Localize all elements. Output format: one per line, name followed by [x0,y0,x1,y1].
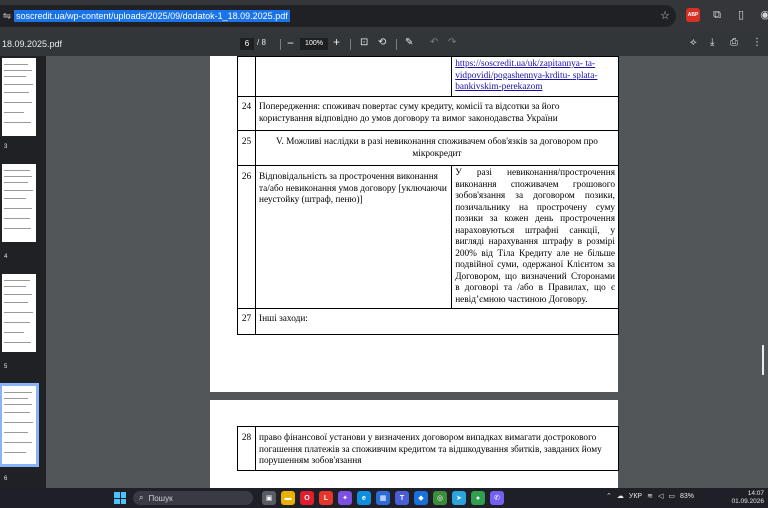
opera-icon[interactable]: O [300,491,314,505]
table-row: 26 Відповідальність за прострочення вико… [237,165,619,309]
copilot-icon[interactable]: ✦ [338,491,352,505]
table-row: 24 Попередження: споживач повертає суму … [237,96,620,131]
thumbnail-sidebar: 3 4 5 6 [0,56,46,488]
draw-annotate-icon[interactable]: ✎ [405,37,413,48]
start-button[interactable] [114,492,126,504]
store-icon[interactable]: ▦ [376,491,390,505]
windows-taskbar: ⌕ Пошук ▣ ▬ O L ✦ e ▦ T ◆ ◎ ➤ ● ✆ ⌃ ☁ УК… [0,488,768,508]
undo-icon[interactable]: ↶ [430,37,438,48]
telegram-icon[interactable]: ➤ [452,491,466,505]
viewer-scrollbar[interactable] [762,345,764,375]
thumbnail-label: 3 [4,144,8,150]
teams-icon[interactable]: T [395,491,409,505]
wifi-icon[interactable]: ≋ [647,492,653,500]
redo-icon[interactable]: ↷ [448,37,456,48]
page-count: / 8 [257,38,266,47]
fit-page-icon[interactable]: ⊡ [360,37,368,48]
zoom-out-button[interactable]: − [287,36,294,50]
profile-icon[interactable]: ◉ [758,8,768,22]
table-row: 27 Інші заходи: [237,308,620,335]
download-icon[interactable]: ⤓ [710,37,714,48]
pdf-file-name: 18.09.2025.pdf [2,39,63,49]
clock[interactable]: 14:07 01.09.2026 [728,490,764,506]
url-text[interactable]: soscredit.ua/wp-content/uploads/2025/09/… [14,10,290,22]
extensions-icon[interactable]: ⧉ [710,8,724,22]
browser-toolbar: ⇋ soscredit.ua/wp-content/uploads/2025/0… [0,0,768,32]
file-explorer-icon[interactable]: ▬ [281,491,295,505]
search-icon: ⌕ [139,493,144,502]
battery-icon[interactable]: ▭ [668,492,675,500]
site-info-icon[interactable]: ⇋ [0,9,14,23]
toolbar-divider [280,39,281,50]
table-row: https://soscredit.ua/uk/zapitannya- ta-v… [237,56,619,97]
page-thumbnail-selected[interactable] [0,383,39,467]
app-l-icon[interactable]: L [319,491,333,505]
chevron-up-icon[interactable]: ⌃ [606,492,612,500]
volume-icon[interactable]: ◁ [658,492,663,500]
rotate-icon[interactable]: ⟲ [378,37,386,48]
info-link-cell: https://soscredit.ua/uk/zapitannya- ta-v… [451,56,619,97]
task-view-icon[interactable]: ▣ [262,491,276,505]
taskbar-search[interactable]: ⌕ Пошук [133,491,253,505]
system-tray: ⌃ ☁ УКР ≋ ◁ ▭ 83% [606,492,694,501]
ai-sparkle-icon[interactable]: ⟡ [690,37,697,48]
adblock-extension-icon[interactable]: ABP [686,8,700,22]
pdf-viewer: https://soscredit.ua/uk/zapitannya- ta-v… [46,56,768,488]
toolbar-divider [350,39,351,50]
table-row: 28 право фінансової установи у визначени… [237,426,619,471]
sidebar-panel-icon[interactable]: ▯ [734,8,748,22]
credit-info-table-continued: 28 право фінансової установи у визначени… [237,426,619,471]
zoom-level-input[interactable]: 100% [300,38,328,50]
toolbar-divider [396,39,397,50]
credit-info-table: https://soscredit.ua/uk/zapitannya- ta-v… [237,56,620,335]
bookmark-star-icon[interactable]: ☆ [658,9,672,23]
screen: ⇋ soscredit.ua/wp-content/uploads/2025/0… [0,0,768,508]
battery-percent: 83% [679,492,694,500]
pdf-page-7: 28 право фінансової установи у визначени… [210,400,619,488]
edge-icon[interactable]: e [357,491,371,505]
info-link[interactable]: https://soscredit.ua/uk/zapitannya- ta-v… [455,59,597,92]
viber-icon[interactable]: ✆ [490,491,504,505]
thumbnail-label: 5 [4,364,8,370]
thumbnail-label: 6 [4,476,8,482]
address-bar[interactable]: ⇋ soscredit.ua/wp-content/uploads/2025/0… [0,5,676,27]
zoom-in-button[interactable]: + [333,35,340,49]
chrome-icon[interactable]: ◎ [433,491,447,505]
pdf-menu-icon[interactable]: ⋮ [752,37,762,48]
language-indicator[interactable]: УКР [629,493,642,500]
page-thumbnail[interactable] [2,274,36,352]
print-icon[interactable]: ⎙ [730,37,738,48]
thumbnail-label: 4 [4,254,8,260]
taskbar-apps: ▣ ▬ O L ✦ e ▦ T ◆ ◎ ➤ ● ✆ [262,491,504,505]
page-thumbnail[interactable] [2,58,36,136]
table-row: 25 V. Можливі наслідки в разі невиконанн… [237,130,620,166]
page-thumbnail[interactable] [2,164,36,242]
cloud-icon[interactable]: ☁ [617,492,624,500]
pdf-toolbar: 18.09.2025.pdf 6 / 8 − 100% + ⊡ ⟲ ✎ ↶ ↷ … [0,32,768,56]
app-green-icon[interactable]: ● [471,491,485,505]
pdf-page-6: https://soscredit.ua/uk/zapitannya- ta-v… [210,56,620,392]
app-blue-icon[interactable]: ◆ [414,491,428,505]
page-number-input[interactable]: 6 [240,38,254,50]
